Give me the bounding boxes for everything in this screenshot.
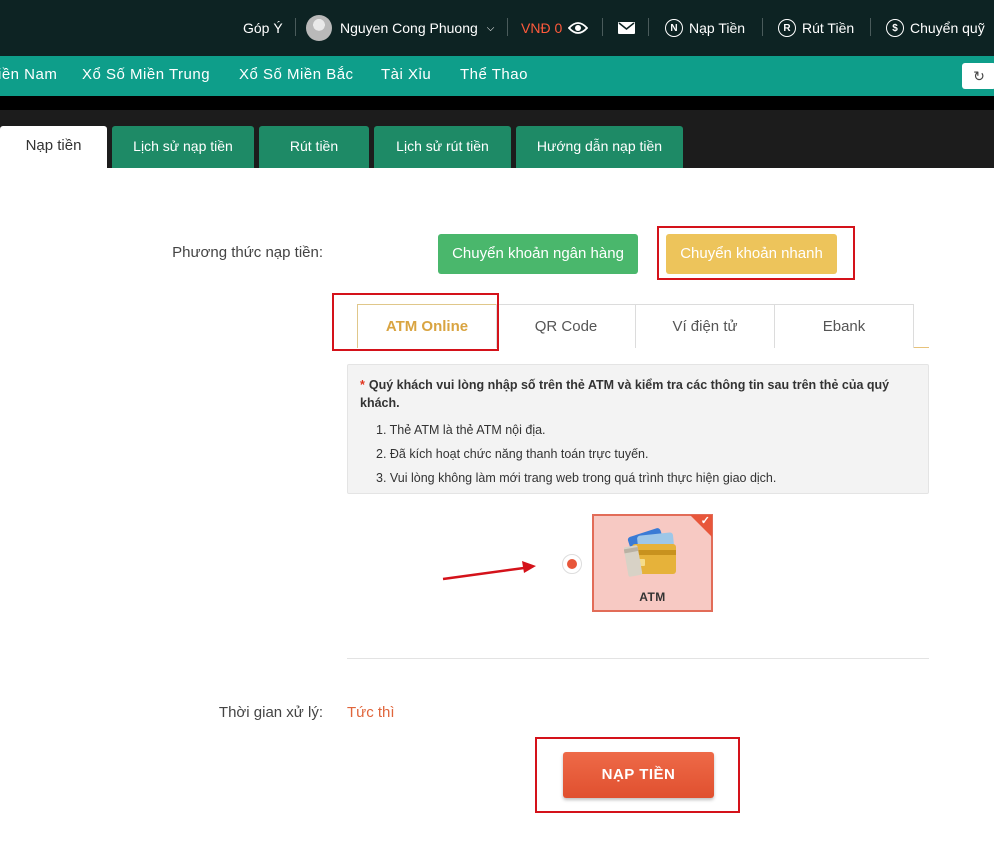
balance-value: VNĐ 0 [521, 20, 563, 36]
tab-deposit-guide[interactable]: Hướng dẫn nạp tiền [516, 126, 683, 168]
avatar [306, 15, 332, 41]
notice-item: 2. Đã kích hoạt chức năng thanh toán trự… [376, 447, 649, 461]
mail-icon [618, 22, 635, 34]
transfer-link[interactable]: $ Chuyển quỹ [886, 0, 985, 56]
user-menu[interactable]: Nguyen Cong Phuong ⌵ [306, 0, 494, 56]
refresh-icon: ↻ [973, 67, 985, 84]
divider [870, 18, 871, 36]
atm-radio[interactable] [562, 554, 582, 574]
divider [507, 18, 508, 36]
refresh-button[interactable]: ↻ [962, 63, 994, 89]
transfer-label: Chuyển quỹ [910, 20, 985, 36]
tab-withdraw-history[interactable]: Lịch sử rút tiền [374, 126, 511, 168]
notice-list: 1. Thẻ ATM là thẻ ATM nội địa. 2. Đã kíc… [360, 418, 916, 490]
required-star: * [360, 378, 365, 392]
deposit-icon: N [665, 19, 683, 37]
nav-item-tai-xiu[interactable]: Tài Xỉu [381, 56, 431, 96]
method-label: Phương thức nạp tiền: [172, 244, 323, 261]
deposit-label: Nạp Tiền [689, 20, 746, 36]
withdraw-icon: R [778, 19, 796, 37]
highlight-box-atm-online [332, 293, 499, 351]
notice-item: 3. Vui lòng không làm mới trang web tron… [376, 471, 777, 485]
tab-qr-code[interactable]: QR Code [496, 304, 636, 348]
eye-icon[interactable] [568, 21, 589, 35]
withdraw-label: Rút Tiền [802, 20, 855, 36]
divider [648, 18, 649, 36]
chevron-down-icon: ⌵ [486, 22, 495, 34]
tab-deposit[interactable]: Nạp tiền [0, 126, 107, 168]
notice-heading-text: Quý khách vui lòng nhập số trên thẻ ATM … [360, 378, 890, 410]
section-divider [347, 658, 929, 659]
atm-notice: * Quý khách vui lòng nhập số trên thẻ ATM… [347, 364, 929, 494]
top-bar: Góp Ý Nguyen Cong Phuong ⌵ VNĐ 0 N Nạp T… [0, 0, 994, 56]
atm-cards-icon [624, 528, 676, 577]
atm-payment-option[interactable]: ✓ ATM [592, 514, 713, 612]
feedback-link[interactable]: Góp Ý [243, 0, 283, 56]
nav-item-mien-bac[interactable]: Xổ Số Miền Bắc [239, 56, 354, 96]
transfer-icon: $ [886, 19, 904, 37]
divider [762, 18, 763, 36]
account-tabs: Nạp tiền Lịch sử nạp tiền Rút tiền Lịch … [0, 110, 994, 168]
mail-button[interactable] [618, 0, 635, 56]
notice-heading: * Quý khách vui lòng nhập số trên thẻ ATM… [360, 376, 916, 412]
processing-time-value: Tức thì [347, 704, 395, 721]
tab-ebank[interactable]: Ebank [774, 304, 914, 348]
nav-item-mien-nam[interactable]: iền Nam [0, 56, 57, 96]
notice-item: 1. Thẻ ATM là thẻ ATM nội địa. [376, 423, 546, 437]
tab-withdraw[interactable]: Rút tiền [259, 126, 369, 168]
withdraw-link[interactable]: R Rút Tiền [778, 0, 854, 56]
deposit-link[interactable]: N Nạp Tiền [665, 0, 745, 56]
atm-label: ATM [639, 590, 666, 604]
check-icon: ✓ [700, 515, 710, 527]
nav-item-mien-trung[interactable]: Xổ Số Miền Trung [82, 56, 210, 96]
username: Nguyen Cong Phuong [340, 20, 478, 36]
tab-e-wallet[interactable]: Ví điện tử [635, 304, 775, 348]
highlight-box-submit [535, 737, 740, 813]
divider [602, 18, 603, 36]
nav-shadow-bar [0, 96, 994, 110]
bank-transfer-button[interactable]: Chuyển khoản ngân hàng [438, 234, 638, 274]
processing-time-label: Thời gian xử lý: [218, 704, 323, 721]
tab-deposit-history[interactable]: Lịch sử nạp tiền [112, 126, 254, 168]
divider [295, 18, 296, 36]
highlight-box-fast-transfer [657, 226, 855, 280]
nav-item-the-thao[interactable]: Thể Thao [460, 56, 528, 96]
balance-display: VNĐ 0 [521, 0, 589, 56]
main-nav: iền Nam Xổ Số Miền Trung Xổ Số Miền Bắc … [0, 56, 994, 96]
